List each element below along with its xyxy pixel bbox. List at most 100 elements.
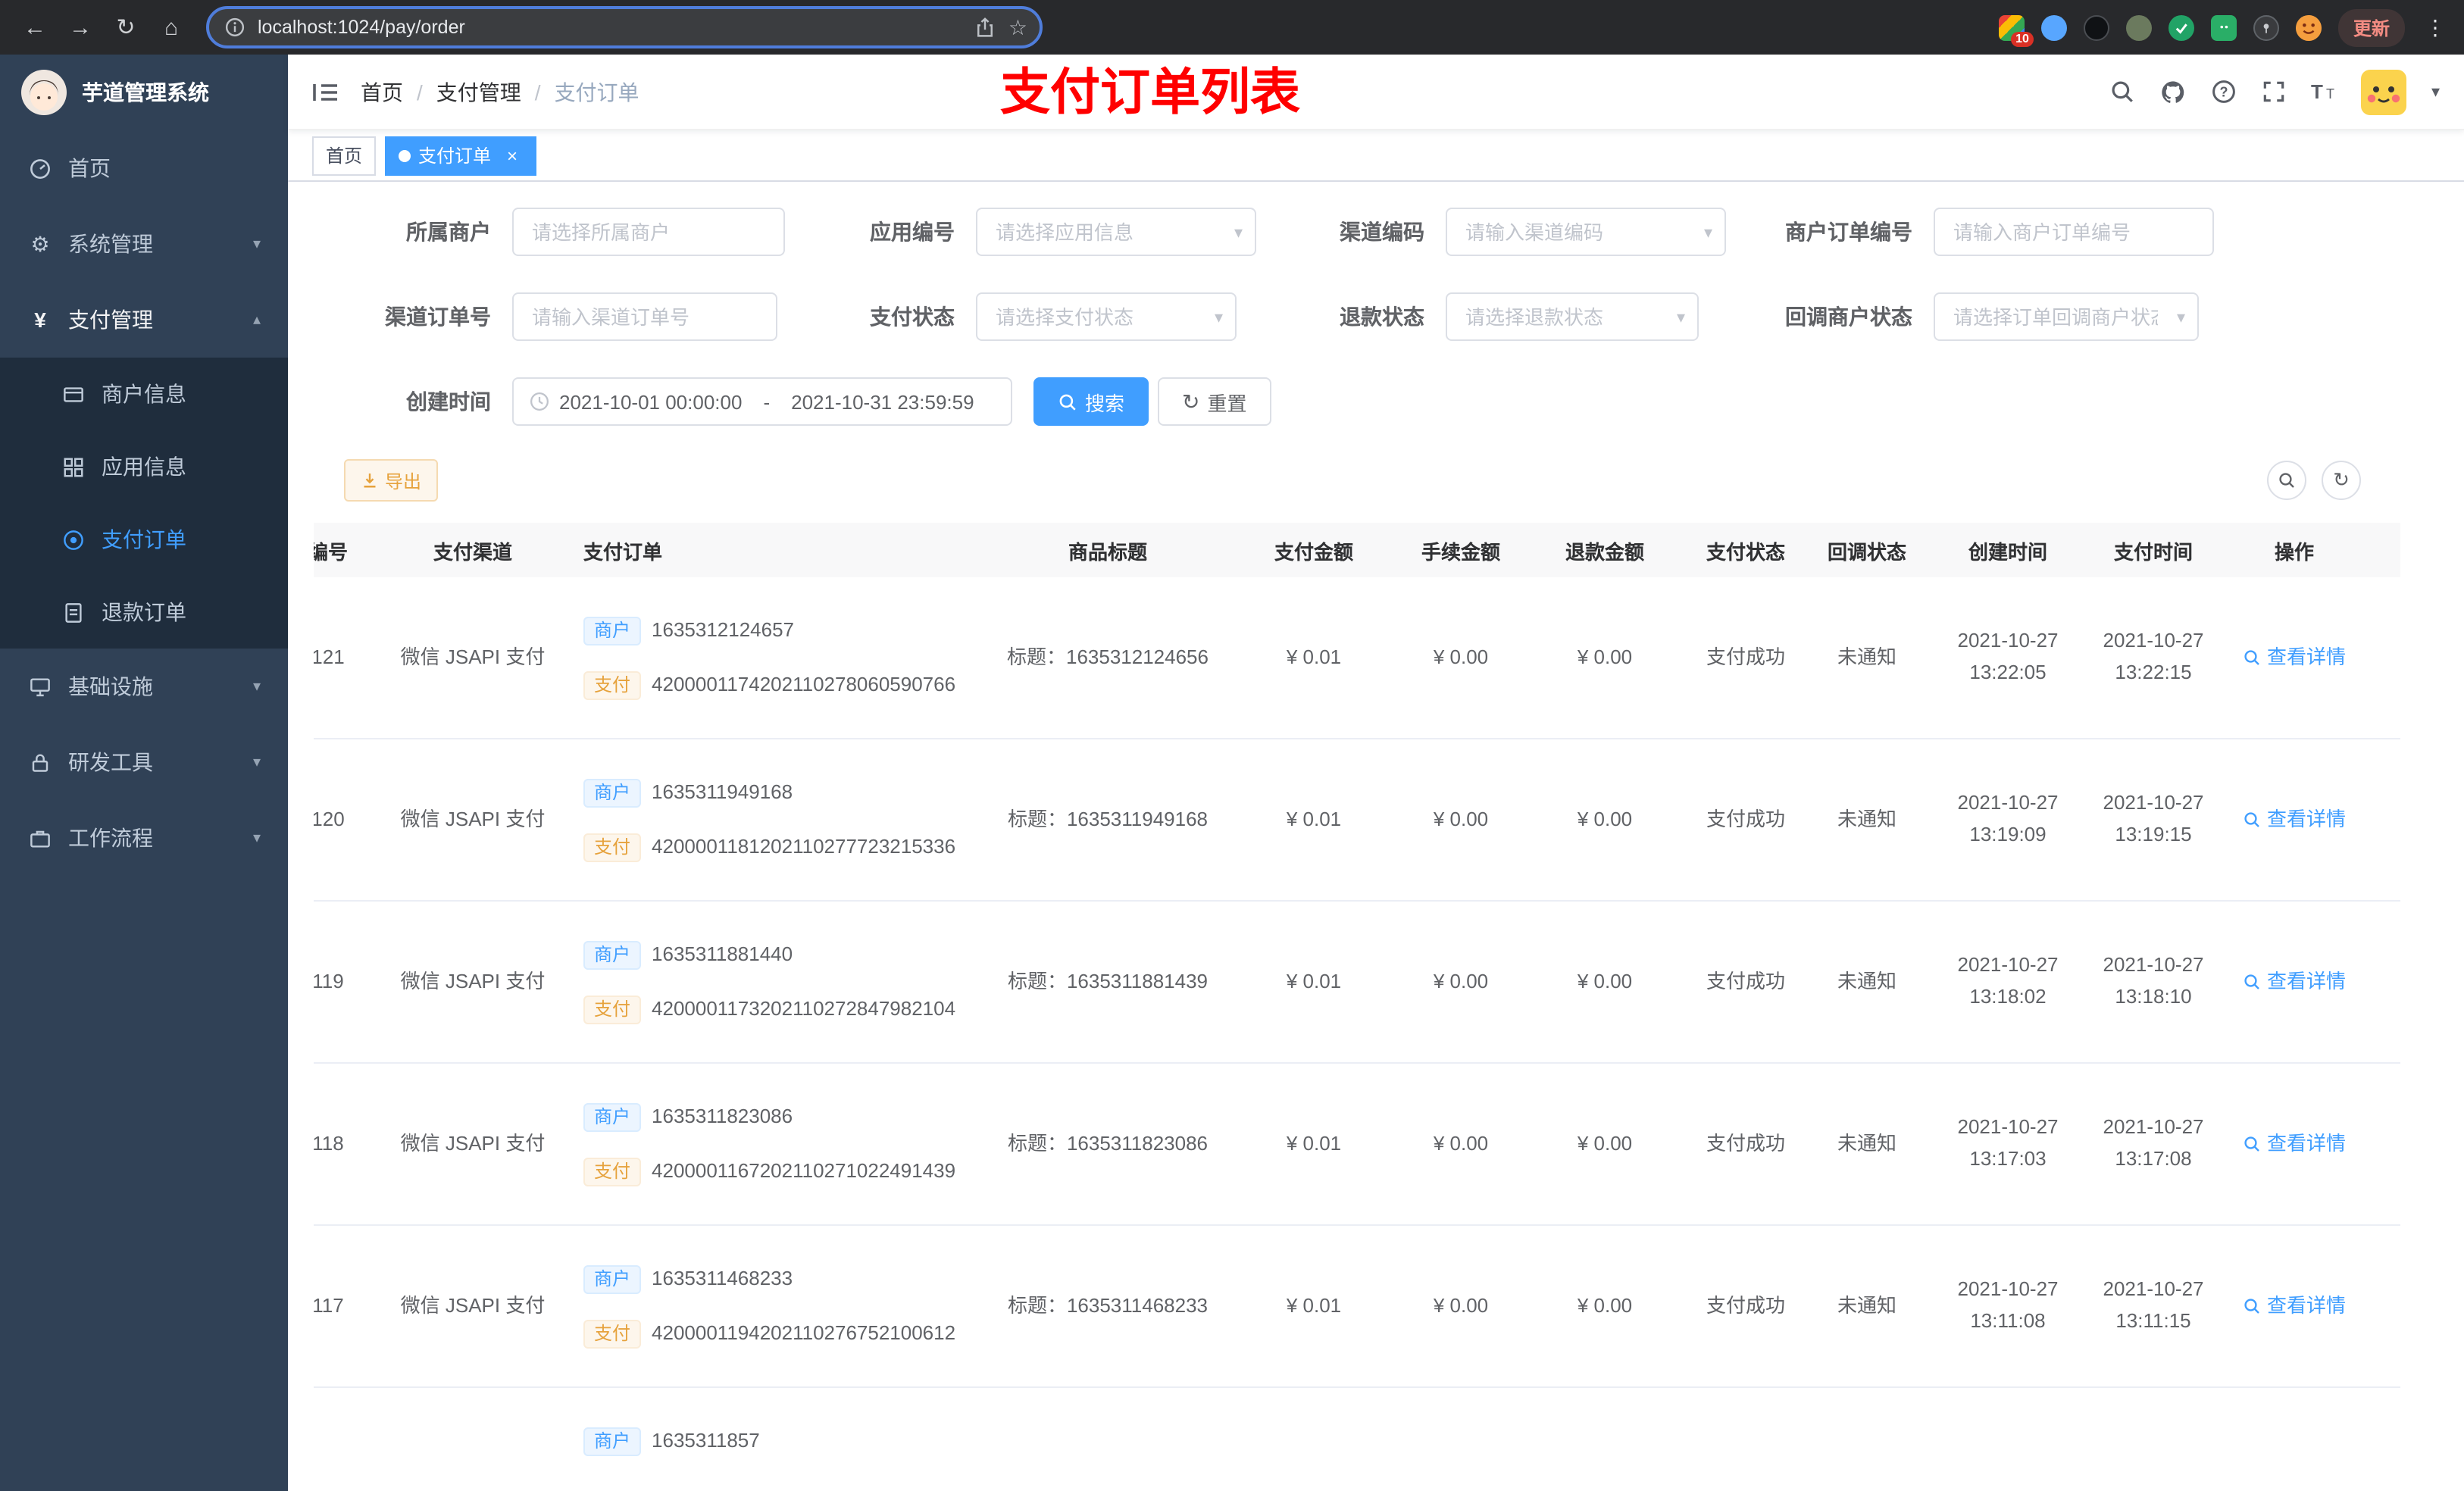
sidebar-item-payment[interactable]: ¥ 支付管理 ▴ bbox=[0, 282, 288, 358]
sidebar-item-pay-order[interactable]: 支付订单 bbox=[0, 503, 288, 576]
refresh-table-button[interactable]: ↻ bbox=[2322, 461, 2361, 500]
cell-id: 118 bbox=[314, 1131, 344, 1155]
pay-order-no: 4200001173202110272847982104 bbox=[652, 996, 956, 1020]
avatar-caret-icon[interactable]: ▾ bbox=[2431, 82, 2440, 102]
create-time-range-picker[interactable]: 2021-10-01 00:00:00 - 2021-10-31 23:59:5… bbox=[512, 377, 1012, 426]
sidebar-item-dev-tools[interactable]: 研发工具 ▾ bbox=[0, 724, 288, 800]
app-logo[interactable]: 芋道管理系统 bbox=[0, 55, 288, 130]
sidebar-item-merchant-info[interactable]: 商户信息 bbox=[0, 358, 288, 430]
browser-toolbar: ← → ↻ ⌂ localhost:1024/pay/order ☆ 10 更新… bbox=[0, 0, 2464, 55]
filter-label: 渠道订单号 bbox=[385, 305, 491, 329]
font-size-icon[interactable]: TT bbox=[2312, 79, 2337, 105]
sidebar-item-app-info[interactable]: 应用信息 bbox=[0, 430, 288, 503]
home-icon[interactable]: ⌂ bbox=[152, 8, 191, 47]
app-input[interactable] bbox=[977, 209, 1255, 255]
reload-icon[interactable]: ↻ bbox=[106, 8, 145, 47]
pay-status-input[interactable] bbox=[977, 294, 1235, 339]
callback-status-input[interactable] bbox=[1935, 294, 2197, 339]
view-detail-link[interactable]: 查看详情 bbox=[2243, 1290, 2346, 1322]
view-detail-link[interactable]: 查看详情 bbox=[2243, 804, 2346, 836]
app-select[interactable]: ▾ bbox=[976, 208, 1256, 256]
chevron-down-icon: ▾ bbox=[252, 754, 261, 771]
cell-amount: ¥ 0.01 bbox=[1286, 807, 1342, 830]
tab-home[interactable]: 首页 bbox=[312, 136, 377, 175]
dark-extension-icon[interactable] bbox=[2083, 14, 2109, 40]
merchant-tag: 商户 bbox=[583, 616, 642, 645]
view-detail-link[interactable]: 查看详情 bbox=[2243, 642, 2346, 674]
back-icon[interactable]: ← bbox=[15, 8, 55, 47]
address-bar[interactable]: localhost:1024/pay/order ☆ bbox=[206, 6, 1043, 48]
tab-pay-order[interactable]: 支付订单 × bbox=[385, 136, 537, 175]
view-detail-link[interactable]: 查看详情 bbox=[2243, 1128, 2346, 1160]
record-icon bbox=[61, 528, 86, 551]
cell-amount: ¥ 0.01 bbox=[1286, 1293, 1342, 1317]
browser-menu-icon[interactable]: ⋮ bbox=[2422, 14, 2449, 40]
merchant-order-no-field[interactable] bbox=[1934, 208, 2214, 256]
tags-view-bar: 首页 支付订单 × bbox=[288, 130, 2464, 182]
pay-status-select[interactable]: ▾ bbox=[976, 292, 1237, 341]
search-icon bbox=[2244, 1136, 2259, 1152]
sidebar-item-infrastructure[interactable]: 基础设施 ▾ bbox=[0, 649, 288, 724]
forward-icon[interactable]: → bbox=[61, 8, 100, 47]
sidebar-item-label: 支付管理 bbox=[68, 308, 153, 332]
sidebar-toggle-icon[interactable] bbox=[312, 80, 339, 104]
check-extension-icon[interactable] bbox=[2168, 14, 2194, 40]
channel-order-no-input[interactable] bbox=[514, 294, 776, 339]
search-button[interactable]: 搜索 bbox=[1033, 377, 1149, 426]
fullscreen-icon[interactable] bbox=[2262, 79, 2287, 105]
browser-profile-avatar[interactable] bbox=[2295, 14, 2322, 40]
refund-status-input[interactable] bbox=[1447, 294, 1697, 339]
user-avatar[interactable] bbox=[2361, 69, 2407, 114]
search-icon bbox=[2244, 974, 2259, 989]
pin-extension-icon[interactable] bbox=[2253, 14, 2279, 40]
browser-update-button[interactable]: 更新 bbox=[2337, 8, 2405, 46]
reset-button[interactable]: ↻ 重置 bbox=[1158, 377, 1271, 426]
chevron-down-icon: ▾ bbox=[252, 236, 261, 252]
merchant-order-no: 1635311881440 bbox=[652, 942, 793, 965]
tab-close-icon[interactable]: × bbox=[502, 145, 523, 166]
cell-amount: ¥ 0.01 bbox=[1286, 1131, 1342, 1155]
breadcrumb-home[interactable]: 首页 bbox=[361, 77, 403, 107]
cell-actions: 查看详情 bbox=[2219, 1226, 2370, 1386]
channel-order-no-field[interactable] bbox=[512, 292, 777, 341]
merchant-input[interactable] bbox=[514, 209, 783, 255]
refund-status-select[interactable]: ▾ bbox=[1446, 292, 1699, 341]
export-button[interactable]: 导出 bbox=[344, 459, 439, 502]
cell-actions: 查看详情 bbox=[2219, 739, 2370, 900]
breadcrumb-payment[interactable]: 支付管理 bbox=[436, 77, 521, 107]
search-icon bbox=[2244, 1299, 2259, 1314]
sidebar-item-refund-order[interactable]: 退款订单 bbox=[0, 576, 288, 649]
merchant-tag: 商户 bbox=[583, 778, 642, 807]
grid-icon bbox=[61, 455, 86, 478]
active-tab-dot bbox=[399, 149, 411, 161]
olive-extension-icon[interactable] bbox=[2125, 14, 2152, 40]
url-text: localhost:1024/pay/order bbox=[258, 17, 465, 38]
sidebar-item-workflow[interactable]: 工作流程 ▾ bbox=[0, 800, 288, 876]
bookmark-star-icon[interactable]: ☆ bbox=[1008, 14, 1027, 40]
colorful-extension-icon[interactable]: 10 bbox=[1998, 14, 2034, 46]
blue-extension-icon[interactable] bbox=[2040, 14, 2067, 40]
cell-id: 119 bbox=[314, 969, 344, 992]
table-row: 118 微信 JSAPI 支付 商户 1635311823086 支付 420000… bbox=[314, 1064, 2400, 1226]
merchant-tag: 商户 bbox=[583, 1102, 642, 1131]
search-button-label: 搜索 bbox=[1085, 392, 1125, 414]
search-icon[interactable] bbox=[2110, 79, 2136, 105]
sidebar-item-home[interactable]: 首页 bbox=[0, 130, 288, 206]
filter-label: 支付状态 bbox=[870, 305, 955, 329]
merchant-tag: 商户 bbox=[583, 1427, 642, 1455]
callback-status-select[interactable]: ▾ bbox=[1934, 292, 2199, 341]
view-detail-link[interactable]: 查看详情 bbox=[2243, 966, 2346, 998]
share-icon[interactable] bbox=[975, 17, 996, 38]
github-icon[interactable] bbox=[2160, 78, 2187, 105]
toggle-search-button[interactable] bbox=[2267, 461, 2306, 500]
merchant-select[interactable] bbox=[512, 208, 785, 256]
merchant-order-no-input[interactable] bbox=[1935, 209, 2212, 255]
site-info-icon[interactable] bbox=[224, 17, 245, 38]
clock-icon bbox=[529, 391, 550, 412]
chat-extension-icon[interactable] bbox=[2210, 14, 2237, 40]
sidebar-item-label: 工作流程 bbox=[68, 826, 153, 850]
help-icon[interactable]: ? bbox=[2212, 79, 2237, 105]
sidebar-item-system[interactable]: ⚙ 系统管理 ▾ bbox=[0, 206, 288, 282]
credit-card-icon bbox=[61, 383, 86, 405]
logo-avatar-image bbox=[21, 70, 67, 115]
